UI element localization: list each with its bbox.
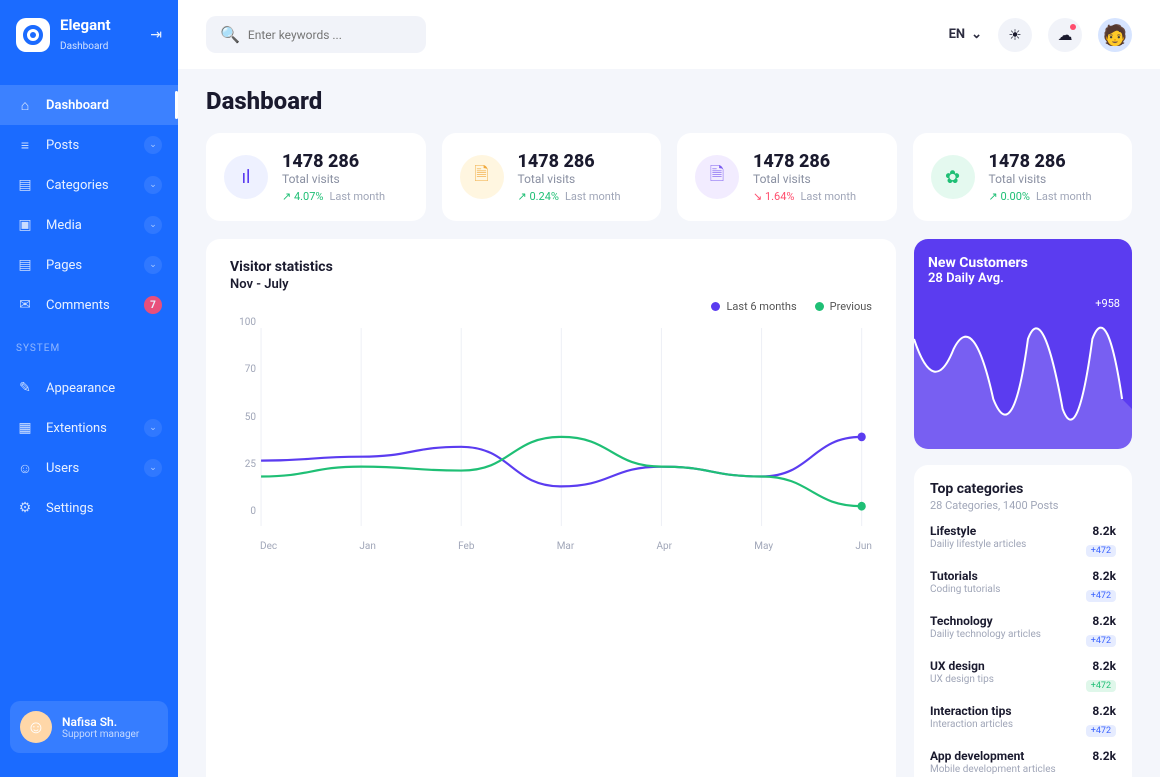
chart-title: Visitor statistics [230, 259, 872, 275]
support-name: Nafisa Sh. [62, 715, 139, 729]
legend-item: Previous [815, 300, 872, 313]
sidebar-collapse-icon[interactable]: ⇥ [150, 27, 162, 43]
extentions-icon: ▦ [16, 419, 34, 437]
top-categories-card: Top categories 28 Categories, 1400 Posts… [914, 465, 1132, 777]
stat-icon: 🗎 [460, 155, 504, 199]
stat-icon: ıl [224, 155, 268, 199]
sidebar-item-media[interactable]: ▣Media⌄ [0, 205, 178, 245]
chart-subtitle: Nov - July [230, 277, 872, 292]
users-icon: ☺ [16, 459, 34, 477]
support-role: Support manager [62, 729, 139, 740]
category-item[interactable]: UX designUX design tips 8.2k+472 [930, 647, 1116, 692]
new-customers-avg: 28 Daily Avg. [928, 271, 1118, 286]
stat-cards: ıl 1478 286Total visits ↗ 4.07%Last mont… [206, 133, 1132, 221]
category-item[interactable]: TutorialsCoding tutorials 8.2k+472 [930, 557, 1116, 602]
stat-card: 🗎 1478 286Total visits ↘ 1.64%Last month [677, 133, 897, 221]
category-item[interactable]: TechnologyDailiy technology articles 8.2… [930, 602, 1116, 647]
brand[interactable]: Elegant Dashboard ⇥ [0, 16, 178, 77]
support-avatar: ☺ [20, 711, 52, 743]
theme-toggle-icon[interactable]: ☀ [998, 18, 1032, 52]
posts-icon: ≡ [16, 136, 34, 154]
pages-icon: ▤ [16, 256, 34, 274]
search-icon: 🔍 [220, 25, 240, 44]
category-item[interactable]: LifestyleDailiy lifestyle articles 8.2k+… [930, 512, 1116, 557]
stat-icon: 🗎 [695, 155, 739, 199]
sidebar-item-comments[interactable]: ✉Comments7 [0, 285, 178, 325]
brand-sub: Dashboard [60, 41, 108, 52]
sidebar-item-categories[interactable]: ▤Categories⌄ [0, 165, 178, 205]
language-selector[interactable]: EN ⌄ [949, 27, 982, 42]
appearance-icon: ✎ [16, 379, 34, 397]
search-input[interactable] [248, 28, 412, 42]
sidebar: Elegant Dashboard ⇥ ⌂Dashboard≡Posts⌄▤Ca… [0, 0, 178, 777]
sidebar-item-settings[interactable]: ⚙Settings [0, 488, 178, 528]
chevron-down-icon: ⌄ [144, 216, 162, 234]
chart-plot: 1007050250 [230, 317, 872, 537]
categories-icon: ▤ [16, 176, 34, 194]
new-customers-title: New Customers [928, 255, 1118, 271]
legend-item: Last 6 months [711, 300, 796, 313]
stat-card: ıl 1478 286Total visits ↗ 4.07%Last mont… [206, 133, 426, 221]
category-item[interactable]: Interaction tipsInteraction articles 8.2… [930, 692, 1116, 737]
chevron-down-icon: ⌄ [144, 419, 162, 437]
dashboard-icon: ⌂ [16, 96, 34, 114]
chevron-down-icon: ⌄ [144, 176, 162, 194]
sidebar-item-extentions[interactable]: ▦Extentions⌄ [0, 408, 178, 448]
new-customers-card: New Customers 28 Daily Avg. +958 [914, 239, 1132, 449]
logo-icon [16, 18, 50, 52]
sidebar-item-pages[interactable]: ▤Pages⌄ [0, 245, 178, 285]
search-box[interactable]: 🔍 [206, 16, 426, 53]
notification-icon[interactable]: ☁ [1048, 18, 1082, 52]
top-categories-title: Top categories [930, 481, 1116, 497]
chevron-down-icon: ⌄ [144, 256, 162, 274]
page-title: Dashboard [206, 87, 1132, 115]
chevron-down-icon: ⌄ [971, 27, 982, 42]
stat-card: ✿ 1478 286Total visits ↗ 0.00%Last month [913, 133, 1133, 221]
sidebar-section-label: SYSTEM [0, 325, 178, 360]
chevron-down-icon: ⌄ [144, 136, 162, 154]
comments-icon: ✉ [16, 296, 34, 314]
sidebar-item-users[interactable]: ☺Users⌄ [0, 448, 178, 488]
chevron-down-icon: ⌄ [144, 459, 162, 477]
support-card[interactable]: ☺ Nafisa Sh. Support manager [10, 701, 168, 753]
topbar: 🔍 EN ⌄ ☀ ☁ 🧑 [178, 0, 1160, 69]
stat-card: 🗎 1478 286Total visits ↗ 0.24%Last month [442, 133, 662, 221]
settings-icon: ⚙ [16, 499, 34, 517]
visitor-chart-card: Visitor statistics Nov - July Last 6 mon… [206, 239, 896, 777]
sidebar-item-appearance[interactable]: ✎Appearance [0, 368, 178, 408]
category-item[interactable]: App developmentMobile development articl… [930, 737, 1116, 775]
sidebar-item-posts[interactable]: ≡Posts⌄ [0, 125, 178, 165]
brand-name: Elegant [60, 16, 111, 34]
media-icon: ▣ [16, 216, 34, 234]
user-avatar[interactable]: 🧑 [1098, 18, 1132, 52]
top-categories-subtitle: 28 Categories, 1400 Posts [930, 499, 1116, 512]
sidebar-item-dashboard[interactable]: ⌂Dashboard [0, 85, 178, 125]
badge: 7 [144, 296, 162, 314]
stat-icon: ✿ [931, 155, 975, 199]
